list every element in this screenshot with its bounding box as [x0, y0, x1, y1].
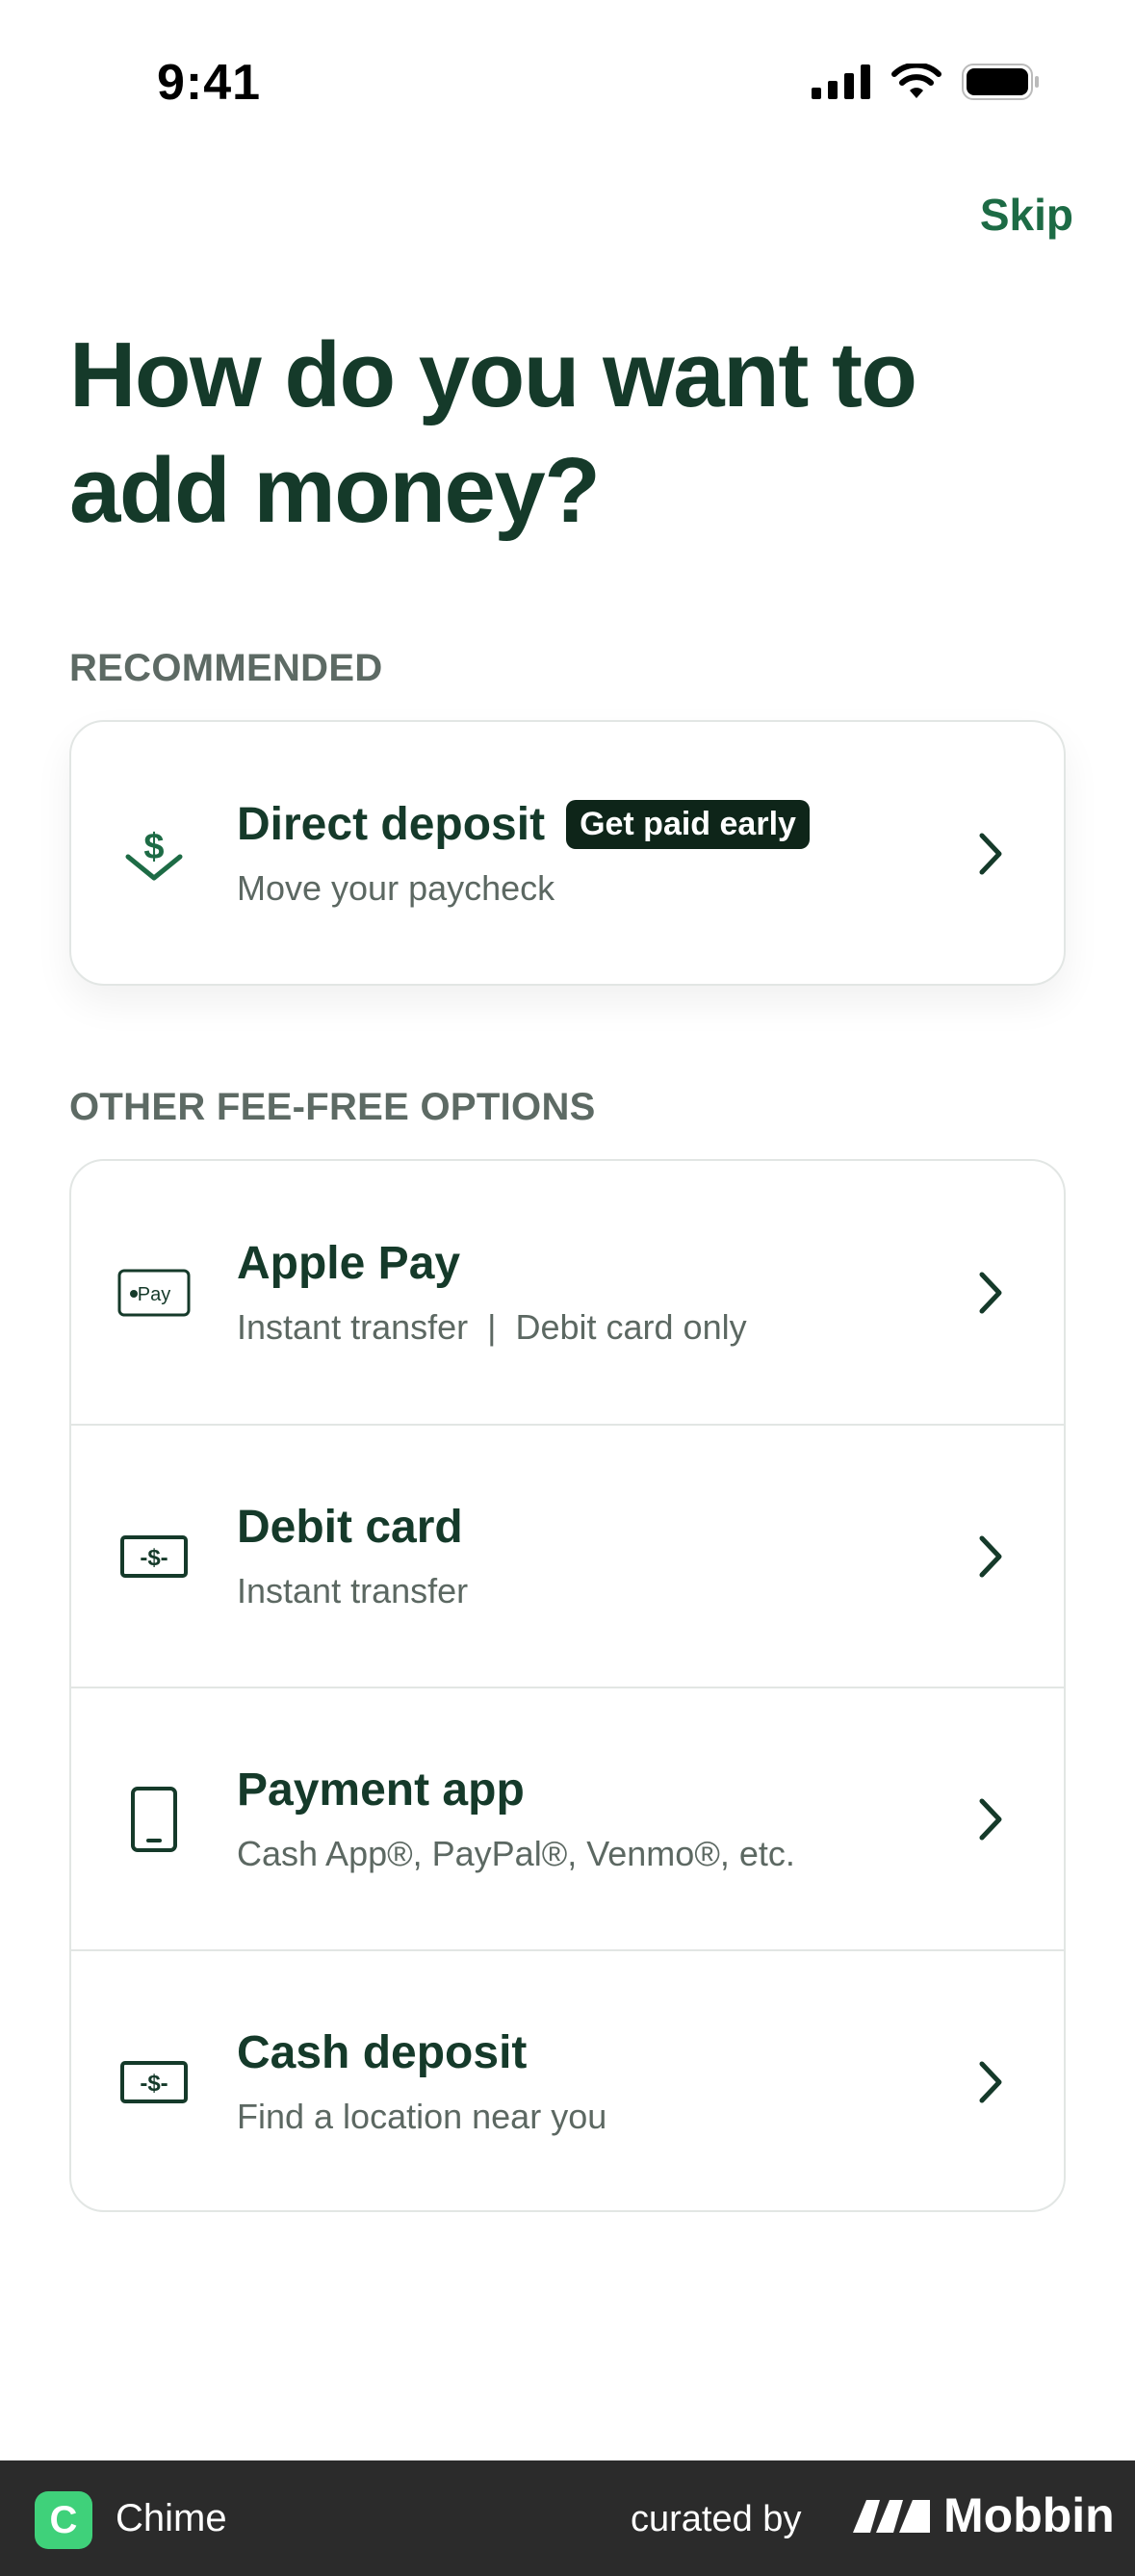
chevron-right-icon: [971, 1790, 1010, 1848]
status-bar: 9:41: [0, 0, 1135, 169]
cash-deposit-option[interactable]: -$- Cash deposit Find a location near yo…: [71, 1949, 1064, 2210]
signal-icon: [812, 64, 870, 99]
other-options-section-label: OTHER FEE-FREE OPTIONS: [69, 1086, 596, 1128]
svg-text:-$-: -$-: [140, 1545, 168, 1571]
chevron-right-icon: [971, 1528, 1010, 1585]
chevron-right-icon: [971, 825, 1010, 883]
status-icons: [812, 64, 1041, 100]
other-options-card: Pay Apple Pay Instant transfer | Debit c…: [69, 1159, 1066, 2212]
get-paid-early-badge: Get paid early: [566, 800, 810, 849]
wifi-icon: [891, 64, 942, 98]
debit-card-subtitle: Instant transfer: [237, 1571, 469, 1610]
svg-text:Pay: Pay: [138, 1284, 170, 1305]
direct-deposit-text: Direct deposit Get paid early Move your …: [237, 798, 810, 909]
apple-pay-subtitle: Instant transfer | Debit card only: [237, 1307, 747, 1347]
app-name: Chime: [116, 2497, 227, 2539]
attribution-footer: C Chime curated by Mobbin: [0, 2460, 1135, 2576]
direct-deposit-title: Direct deposit: [237, 799, 546, 850]
payment-app-option[interactable]: Payment app Cash App®, PayPal®, Venmo®, …: [71, 1687, 1064, 1949]
page-title: How do you want to add money?: [69, 323, 917, 542]
payment-app-title: Payment app: [237, 1765, 525, 1816]
mobbin-mark-icon: [853, 2500, 930, 2533]
debit-card-title: Debit card: [237, 1502, 463, 1553]
svg-text:-$-: -$-: [140, 2071, 168, 2097]
debit-card-option[interactable]: -$- Debit card Instant transfer: [71, 1424, 1064, 1687]
status-time: 9:41: [157, 55, 262, 111]
cash-bill-icon: -$-: [116, 1518, 193, 1595]
apple-pay-option[interactable]: Pay Apple Pay Instant transfer | Debit c…: [71, 1161, 1064, 1424]
direct-deposit-option[interactable]: $ Direct deposit Get paid early Move you…: [71, 722, 1064, 984]
mobbin-brand: Mobbin: [943, 2488, 1115, 2542]
phone-icon: [116, 1781, 193, 1858]
curated-by-label: curated by: [631, 2499, 802, 2539]
battery-icon: [962, 64, 1039, 100]
cash-deposit-subtitle: Find a location near you: [237, 2097, 607, 2136]
payment-app-subtitle: Cash App®, PayPal®, Venmo®, etc.: [237, 1834, 795, 1873]
cash-bill-icon: -$-: [116, 2044, 193, 2121]
svg-text:$: $: [143, 827, 164, 867]
dollar-deposit-icon: $: [116, 815, 193, 892]
chime-app-icon: C: [35, 2491, 92, 2549]
apple-pay-icon: Pay: [116, 1254, 193, 1331]
recommended-card: $ Direct deposit Get paid early Move you…: [69, 720, 1066, 986]
mobbin-logo: Mobbin: [851, 2487, 1115, 2543]
recommended-section-label: RECOMMENDED: [69, 647, 383, 689]
chevron-right-icon: [971, 2053, 1010, 2111]
chevron-right-icon: [971, 1264, 1010, 1322]
cash-deposit-title: Cash deposit: [237, 2027, 528, 2078]
direct-deposit-subtitle: Move your paycheck: [237, 868, 555, 908]
skip-button[interactable]: Skip: [980, 189, 1073, 241]
apple-pay-title: Apple Pay: [237, 1238, 461, 1289]
